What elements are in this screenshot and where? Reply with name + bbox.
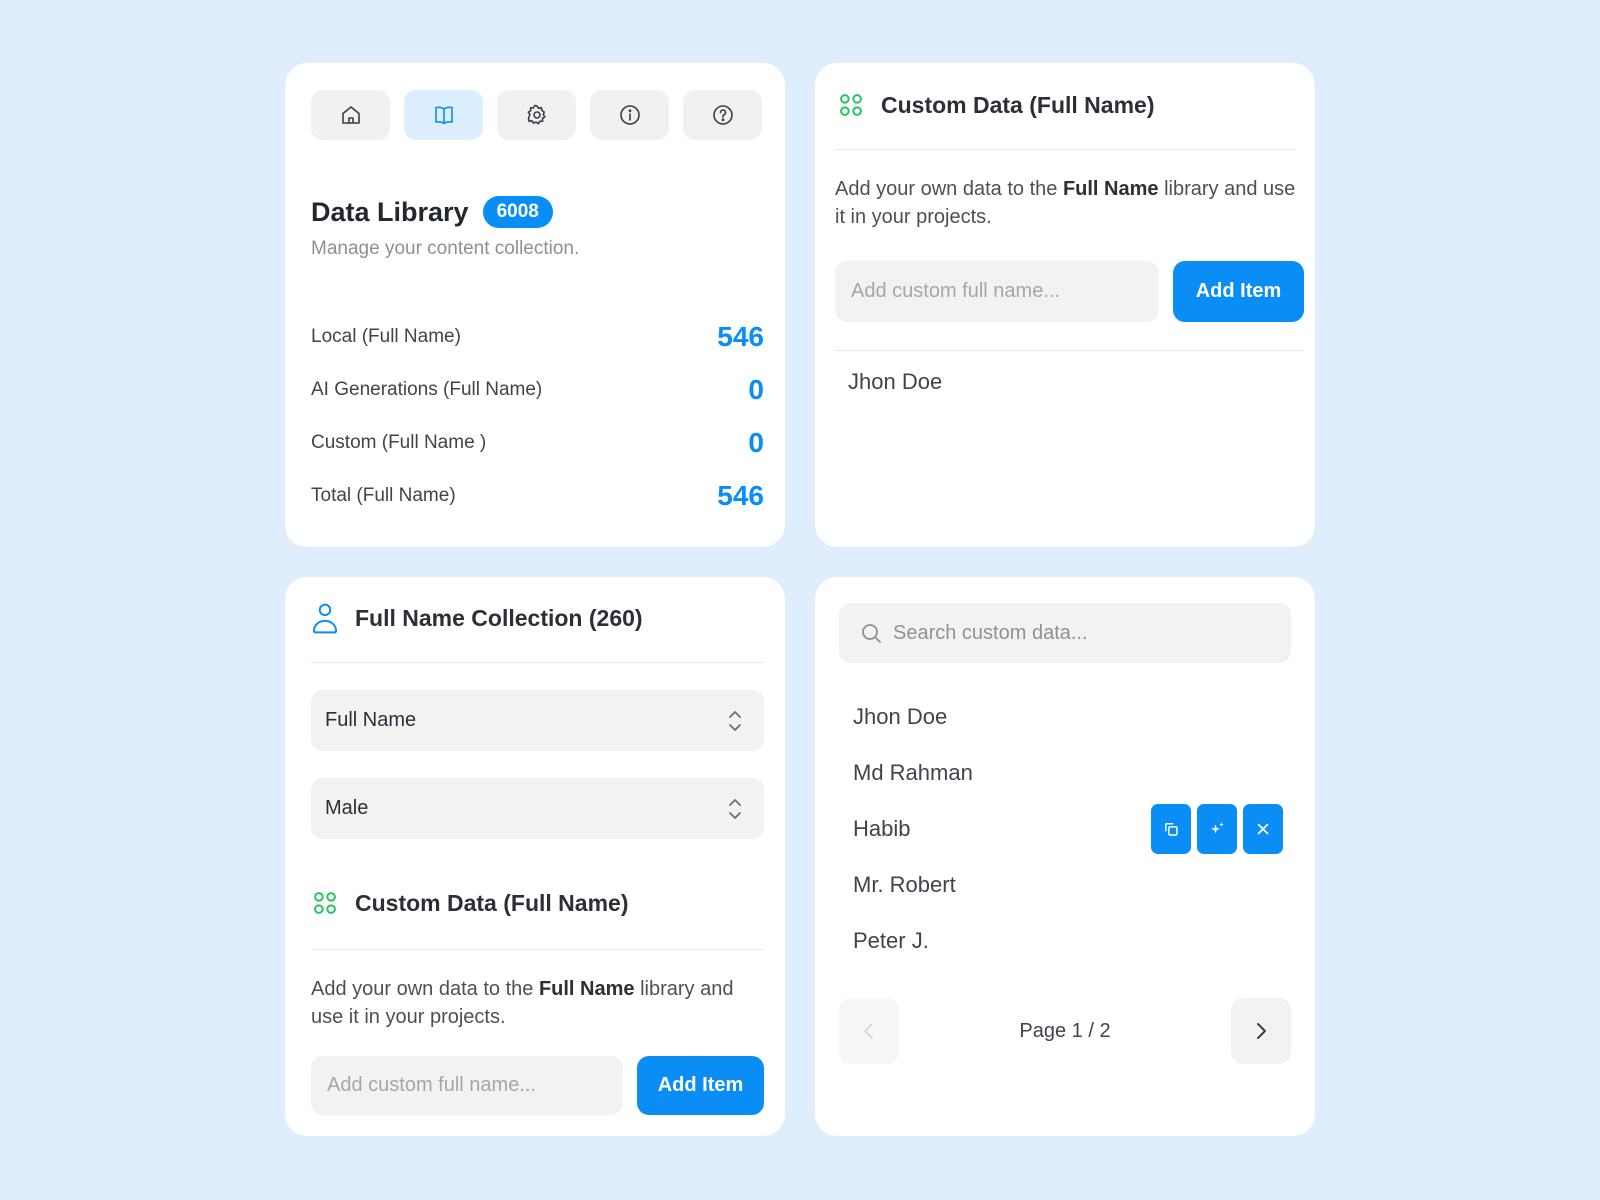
home-icon [341, 106, 360, 124]
nav-toolbar [311, 90, 762, 140]
collection-header: Full Name Collection (260) [311, 601, 643, 635]
copy-icon [1165, 823, 1178, 836]
sparkle-icon [1211, 822, 1224, 834]
stat-label: Custom (Full Name ) [311, 431, 487, 453]
copy-button[interactable] [1151, 804, 1191, 854]
list-item-name: Peter J. [853, 928, 929, 953]
stat-row-ai: AI Generations (Full Name) 0 [311, 363, 764, 416]
library-count-badge: 6008 [482, 196, 553, 228]
list-item[interactable]: Peter J. [853, 913, 1283, 969]
user-icon [312, 603, 338, 634]
help-icon [712, 105, 733, 125]
search-box[interactable] [839, 603, 1291, 663]
list-item-name: Mr. Robert [853, 872, 956, 897]
next-page-button[interactable] [1231, 998, 1291, 1064]
gender-select-value: Male [325, 797, 369, 819]
custom-data-header: Custom Data (Full Name) [837, 91, 1154, 119]
list-item[interactable]: Md Rahman [853, 745, 1283, 801]
desc-bold: Full Name [538, 978, 635, 1000]
settings-button[interactable] [497, 90, 576, 140]
custom-data-description: Add your own data to the Full Name libra… [835, 175, 1300, 231]
custom-data-list: Jhon Doe Md Rahman Habib Mr. Robert Pete… [853, 689, 1283, 969]
grid-icon [840, 94, 862, 116]
desc-text: Add your own data to the [835, 178, 1063, 200]
data-library-card: Data Library 6008 Manage your content co… [285, 63, 785, 547]
custom-data-card: Custom Data (Full Name) Add your own dat… [815, 63, 1315, 547]
gear-icon [526, 104, 546, 125]
library-subtitle: Manage your content collection. [311, 238, 580, 259]
collection-card: Full Name Collection (260) Full Name Mal… [285, 577, 785, 1136]
custom-data-title: Custom Data (Full Name) [881, 91, 1155, 118]
add-item-button[interactable]: Add Item [637, 1056, 764, 1115]
search-input[interactable] [893, 621, 1273, 645]
stats-list: Local (Full Name) 546 AI Generations (Fu… [311, 310, 764, 522]
desc-bold: Full Name [1062, 178, 1159, 200]
custom-data-header: Custom Data (Full Name) [311, 889, 628, 917]
stat-label: AI Generations (Full Name) [311, 378, 543, 400]
stat-value: 0 [748, 426, 764, 458]
ai-generate-button[interactable] [1197, 804, 1237, 854]
desc-text: Add your own data to the [311, 978, 539, 1000]
list-item-name: Habib [853, 816, 911, 841]
custom-data-description: Add your own data to the Full Name libra… [311, 975, 766, 1031]
chevron-updown-icon [729, 798, 741, 819]
divider [835, 350, 1304, 351]
list-item-name: Jhon Doe [853, 704, 948, 729]
home-button[interactable] [311, 90, 390, 140]
custom-entry: Jhon Doe [848, 369, 943, 394]
stat-label: Total (Full Name) [311, 484, 456, 506]
stat-value: 546 [717, 320, 764, 352]
library-title: Data Library [311, 196, 469, 227]
stat-row-total: Total (Full Name) 546 [311, 469, 764, 522]
stat-value: 0 [748, 373, 764, 405]
library-title-row: Data Library 6008 [311, 196, 553, 228]
divider [835, 149, 1295, 150]
stat-row-local: Local (Full Name) 546 [311, 310, 764, 363]
search-card: Jhon Doe Md Rahman Habib Mr. Robert [815, 577, 1315, 1136]
chevron-right-icon [1257, 1023, 1266, 1039]
chevron-updown-icon [729, 710, 741, 731]
custom-name-input[interactable] [835, 261, 1159, 322]
search-icon [862, 624, 881, 643]
info-icon [619, 105, 640, 125]
type-select-value: Full Name [325, 709, 417, 731]
gender-select[interactable]: Male [311, 778, 764, 839]
stat-row-custom: Custom (Full Name ) 0 [311, 416, 764, 469]
divider [311, 949, 764, 950]
library-button[interactable] [404, 90, 483, 140]
list-item[interactable]: Habib [853, 801, 1283, 857]
custom-data-title: Custom Data (Full Name) [355, 889, 629, 916]
stat-value: 546 [717, 479, 764, 511]
delete-button[interactable] [1243, 804, 1283, 854]
stat-label: Local (Full Name) [311, 325, 461, 347]
info-button[interactable] [590, 90, 669, 140]
custom-name-input[interactable] [311, 1056, 623, 1115]
collection-title: Full Name Collection (260) [355, 604, 643, 631]
grid-icon [314, 892, 336, 914]
divider [311, 662, 764, 663]
list-item-name: Md Rahman [853, 760, 973, 785]
close-icon [1257, 823, 1269, 835]
list-item[interactable]: Jhon Doe [853, 689, 1283, 745]
list-item[interactable]: Mr. Robert [853, 857, 1283, 913]
add-item-button[interactable]: Add Item [1173, 261, 1304, 322]
help-button[interactable] [683, 90, 762, 140]
list-item-actions [1151, 804, 1283, 854]
book-icon [434, 106, 453, 125]
type-select[interactable]: Full Name [311, 690, 764, 751]
